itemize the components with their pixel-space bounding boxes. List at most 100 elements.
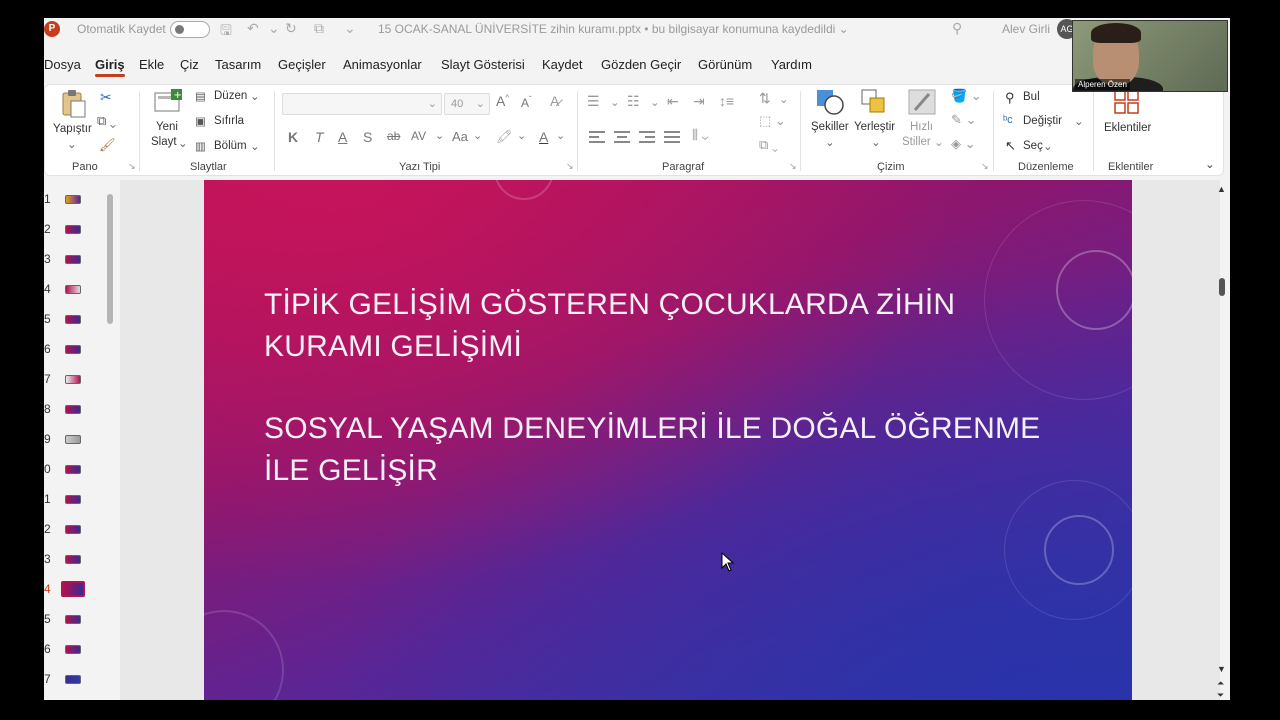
change-case-dropdown-icon[interactable]: ⌄	[473, 129, 482, 142]
font-color-icon[interactable]: A	[539, 129, 548, 145]
font-size-combo[interactable]: 40 ⌄	[444, 93, 490, 115]
select-cursor-icon[interactable]: ↖	[1005, 138, 1016, 154]
replace-button[interactable]: Değiştir	[1023, 115, 1062, 127]
present-icon[interactable]: ⧉	[314, 20, 324, 37]
tab-gecisler[interactable]: Geçişler	[278, 57, 326, 72]
slide-thumbnail[interactable]: 1	[44, 490, 120, 510]
new-slide-label-2[interactable]: Slayt	[151, 136, 177, 148]
paste-icon[interactable]	[59, 89, 87, 119]
decrease-indent-icon[interactable]: ⇤	[667, 93, 679, 110]
format-painter-icon[interactable]: 🖌	[99, 137, 116, 153]
addins-icon[interactable]	[1113, 88, 1141, 116]
bullets-dropdown-icon[interactable]: ⌄	[610, 95, 620, 109]
scroll-up-icon[interactable]: ▲	[1217, 184, 1226, 194]
numbering-dropdown-icon[interactable]: ⌄	[650, 95, 660, 109]
tab-ciz[interactable]: Çiz	[180, 57, 199, 72]
tab-kaydet[interactable]: Kaydet	[542, 57, 582, 72]
layout-button[interactable]: Düzen	[214, 90, 247, 102]
tab-gozden-gecir[interactable]: Gözden Geçir	[601, 57, 681, 72]
clear-formatting-icon[interactable]: A̷	[550, 93, 559, 109]
previous-slide-icon[interactable]: ⏶	[1217, 678, 1224, 689]
tab-yardim[interactable]: Yardım	[771, 57, 812, 72]
thumbnail-scrollbar[interactable]	[107, 194, 113, 324]
smartart-icon[interactable]: ⧉ ⌄	[759, 137, 778, 153]
highlight-dropdown-icon[interactable]: ⌄	[517, 129, 526, 142]
font-launcher-icon[interactable]: ↘	[566, 161, 574, 172]
bold-button[interactable]: K	[288, 129, 298, 145]
document-title[interactable]: 15 OCAK-SANAL ÜNİVERSİTE zihin kuramı.pp…	[378, 22, 849, 36]
slide-text-box[interactable]: TİPİK GELİŞİM GÖSTEREN ÇOCUKLARDA ZİHİN …	[264, 284, 1064, 532]
new-slide-dropdown-icon[interactable]: ⌄	[178, 136, 188, 150]
quick-styles-label-2[interactable]: Stiller	[902, 136, 931, 148]
slide-thumbnail[interactable]: 2	[44, 520, 120, 540]
current-slide[interactable]: TİPİK GELİŞİM GÖSTEREN ÇOCUKLARDA ZİHİN …	[204, 180, 1132, 700]
bullets-icon[interactable]: ☰	[587, 93, 600, 110]
shapes-icon[interactable]	[815, 88, 845, 116]
autosave-toggle[interactable]	[170, 21, 210, 38]
font-family-combo[interactable]: ⌄	[282, 93, 442, 115]
shapes-button[interactable]: Şekiller	[811, 121, 849, 133]
justify-icon[interactable]	[664, 131, 680, 143]
align-center-icon[interactable]	[614, 131, 630, 143]
find-button[interactable]: Bul	[1023, 91, 1040, 103]
replace-icon[interactable]: ᵇc	[1003, 114, 1013, 126]
arrange-icon[interactable]	[860, 88, 890, 116]
new-slide-icon[interactable]: +	[153, 89, 183, 115]
redo-icon[interactable]: ↻	[285, 20, 297, 37]
text-direction-dropdown-icon[interactable]: ⌄	[779, 92, 789, 106]
shadow-button[interactable]: S	[363, 129, 372, 145]
quick-styles-dropdown-icon[interactable]: ⌄	[934, 135, 944, 149]
quick-styles-label-1[interactable]: Hızlı	[910, 121, 933, 133]
select-dropdown-icon[interactable]: ⌄	[1043, 139, 1053, 153]
slide-thumbnail[interactable]: 0	[44, 460, 120, 480]
tab-gorunum[interactable]: Görünüm	[698, 57, 752, 72]
layout-dropdown-icon[interactable]: ⌄	[250, 89, 260, 103]
arrange-button[interactable]: Yerleştir	[854, 121, 895, 133]
decrease-font-icon[interactable]: Aˇ	[521, 95, 532, 110]
layout-icon[interactable]: ▤	[195, 89, 206, 103]
scroll-down-icon[interactable]: ▼	[1217, 664, 1226, 674]
copy-icon[interactable]: ⧉ ⌄	[97, 113, 116, 129]
user-name[interactable]: Alev Girli	[1002, 22, 1050, 36]
replace-dropdown-icon[interactable]: ⌄	[1074, 114, 1084, 128]
pano-launcher-icon[interactable]: ↘	[128, 161, 136, 172]
reset-button[interactable]: Sıfırla	[214, 115, 244, 127]
strikethrough-button[interactable]: ab	[387, 129, 400, 143]
find-icon[interactable]: ⚲	[1005, 90, 1015, 106]
paste-button[interactable]: Yapıştır	[53, 123, 92, 135]
tab-dosya[interactable]: Dosya	[44, 57, 81, 72]
font-color-dropdown-icon[interactable]: ⌄	[556, 129, 565, 142]
increase-font-icon[interactable]: A^	[496, 93, 509, 109]
character-spacing-dropdown-icon[interactable]: ⌄	[435, 129, 444, 142]
slide-thumbnail[interactable]: 7	[44, 670, 120, 690]
text-direction-icon[interactable]: ⇅	[759, 90, 771, 107]
paragraph-launcher-icon[interactable]: ↘	[789, 161, 797, 172]
shape-effects-icon[interactable]: ◈ ⌄	[951, 136, 976, 152]
align-left-icon[interactable]	[589, 131, 605, 143]
shapes-dropdown-icon[interactable]: ⌄	[825, 135, 835, 149]
section-button[interactable]: Bölüm	[214, 140, 247, 152]
shape-outline-icon[interactable]: ✎ ⌄	[951, 112, 976, 128]
quick-styles-icon[interactable]	[907, 88, 937, 116]
scrollbar-thumb[interactable]	[1219, 278, 1225, 296]
character-spacing-button[interactable]: AV	[411, 129, 426, 143]
reset-icon[interactable]: ▣	[195, 114, 206, 128]
arrange-dropdown-icon[interactable]: ⌄	[871, 135, 881, 149]
line-spacing-icon[interactable]: ↕≡	[719, 93, 734, 109]
save-icon[interactable]: 🖫	[220, 20, 232, 44]
highlight-icon[interactable]: 🖍	[496, 129, 513, 145]
columns-icon[interactable]: ⫼ ⌄	[692, 127, 709, 143]
slide-thumbnail-selected[interactable]: 4	[44, 580, 120, 600]
next-slide-icon[interactable]: ⏷	[1217, 690, 1224, 700]
numbering-icon[interactable]: ☷	[627, 93, 640, 110]
tab-ekle[interactable]: Ekle	[139, 57, 164, 72]
slide-thumbnail[interactable]: 6	[44, 340, 120, 360]
shape-fill-icon[interactable]: 🪣 ⌄	[951, 88, 982, 104]
underline-button[interactable]: A	[338, 129, 347, 145]
paste-dropdown-icon[interactable]: ⌄	[67, 137, 77, 151]
slide-thumbnail[interactable]: 8	[44, 400, 120, 420]
drawing-launcher-icon[interactable]: ↘	[981, 161, 989, 172]
select-button[interactable]: Seç	[1023, 140, 1043, 152]
undo-dropdown-icon[interactable]: ⌄	[268, 20, 280, 37]
undo-icon[interactable]: ↶	[247, 20, 259, 37]
